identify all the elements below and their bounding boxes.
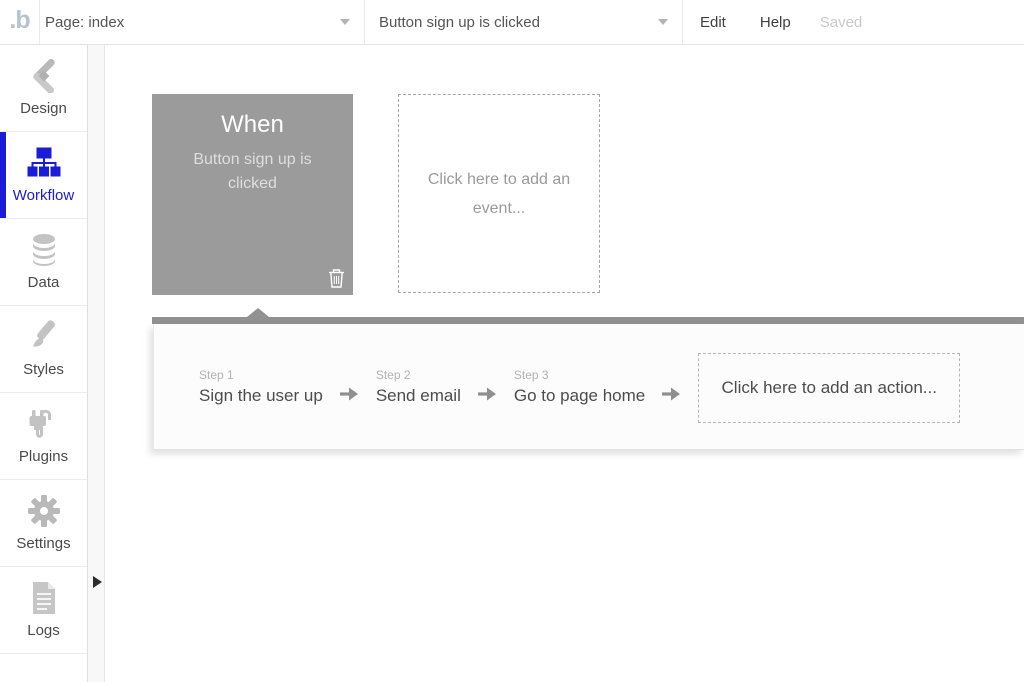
step-number-label: Step 3 [513, 367, 549, 382]
sidebar-item-settings[interactable]: Settings [0, 480, 87, 567]
sidebar-gutter [88, 45, 105, 682]
event-card-title: When [221, 111, 284, 138]
sidebar-item-label: Plugins [18, 448, 69, 465]
gear-icon [27, 494, 61, 528]
add-action-label: Click here to add an action... [721, 378, 937, 397]
event-card[interactable]: When Button sign up is clicked [152, 94, 353, 295]
workflow-step-3[interactable]: Step 3 Go to page home [514, 368, 645, 406]
step-action-name[interactable]: Go to page home [514, 386, 645, 406]
event-selector-value: Button sign up is clicked [379, 13, 540, 31]
sidebar-item-plugins[interactable]: Plugins [0, 393, 87, 480]
step-action-name[interactable]: Send email [376, 386, 461, 406]
add-event-box[interactable]: Click here to add an event... [398, 94, 600, 293]
bubble-editor-window: .b Page: index Button sign up is clicked… [0, 0, 1024, 682]
workflow-step-2[interactable]: Step 2 Send email [376, 368, 461, 406]
step-number-label: Step 1 [199, 367, 234, 382]
top-toolbar: .b Page: index Button sign up is clicked… [0, 0, 1024, 45]
workflow-step-1[interactable]: Step 1 Sign the user up [199, 368, 323, 406]
sidebar-item-logs[interactable]: Logs [0, 567, 87, 654]
sidebar-item-label: Workflow [12, 187, 75, 204]
page-selector-value: Page: index [45, 13, 125, 31]
paintbrush-icon [27, 320, 61, 354]
page-selector-dropdown[interactable]: Page: index [40, 0, 365, 44]
event-card-subtitle: Button sign up is clicked [193, 151, 312, 192]
step-number-label: Step 2 [375, 367, 411, 382]
workflow-sitemap-icon [27, 146, 61, 180]
plug-icon [26, 407, 62, 441]
workflow-canvas: When Button sign up is clicked Click her… [105, 45, 1024, 682]
step-action-name[interactable]: Sign the user up [199, 386, 323, 406]
sidebar-item-label: Data [27, 274, 60, 291]
help-menu[interactable]: Help [743, 14, 808, 31]
arrow-right-icon [661, 386, 682, 402]
topbar-menu: Edit Help Saved [683, 0, 874, 44]
chevron-down-icon [340, 19, 350, 25]
sidebar-item-label: Logs [27, 622, 60, 639]
sidebar-item-workflow[interactable]: Workflow [0, 132, 87, 219]
expand-panel-arrow-icon[interactable] [93, 576, 102, 588]
document-icon [30, 581, 58, 615]
bubble-logo[interactable]: .b [0, 0, 40, 44]
workflow-bar [152, 317, 1024, 324]
edit-menu[interactable]: Edit [683, 14, 743, 31]
sidebar-item-styles[interactable]: Styles [0, 306, 87, 393]
add-action-box[interactable]: Click here to add an action... [698, 353, 961, 423]
add-event-label: Click here to add an event... [427, 170, 571, 217]
selected-indicator [0, 132, 6, 218]
save-status-label: Saved [819, 13, 863, 31]
sidebar-item-design[interactable]: Design [0, 45, 87, 132]
chevron-down-icon [658, 19, 668, 25]
sidebar-item-label: Styles [23, 361, 64, 378]
sidebar-item-label: Settings [16, 535, 71, 552]
arrow-right-icon [477, 386, 498, 402]
bubble-logo-text: .b [9, 6, 30, 34]
arrow-right-icon [339, 386, 360, 402]
action-strip: Step 1 Sign the user up Step 2 Send emai… [153, 324, 1024, 450]
event-pointer-triangle [247, 308, 269, 317]
left-sidebar: Design Workflow Data Styles Plugins Sett… [0, 45, 88, 682]
event-selector-dropdown[interactable]: Button sign up is clicked [365, 0, 683, 44]
database-icon [29, 233, 59, 267]
trash-icon[interactable] [328, 268, 345, 288]
sidebar-item-data[interactable]: Data [0, 219, 87, 306]
design-tools-icon [27, 59, 61, 93]
sidebar-item-label: Design [20, 100, 67, 117]
